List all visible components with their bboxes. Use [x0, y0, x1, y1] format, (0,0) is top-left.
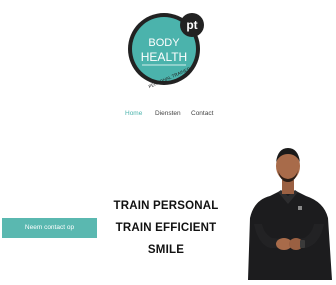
hero-line-1: TRAIN PERSONAL: [113, 200, 219, 212]
hero-line-3: SMILE: [147, 244, 185, 256]
logo-line-2: HEALTH: [141, 50, 187, 64]
logo-badge-text: pt: [186, 18, 197, 32]
nav-link-home[interactable]: Home: [125, 108, 142, 120]
nav-link-contact[interactable]: Contact: [191, 108, 213, 120]
nav-link-diensten[interactable]: Diensten: [155, 108, 181, 120]
logo-mark: pt BODY HEALTH PERSONAL TRAINER: [128, 13, 204, 89]
hero-line-2: TRAIN EFFICIENT: [115, 222, 217, 234]
contact-button[interactable]: Neem contact op: [2, 218, 97, 238]
main-nav: Home Diensten Contact: [0, 108, 336, 120]
trainer-photo: [240, 140, 336, 280]
brand-logo[interactable]: pt BODY HEALTH PERSONAL TRAINER: [120, 8, 215, 90]
logo-line-1: BODY: [148, 37, 180, 49]
